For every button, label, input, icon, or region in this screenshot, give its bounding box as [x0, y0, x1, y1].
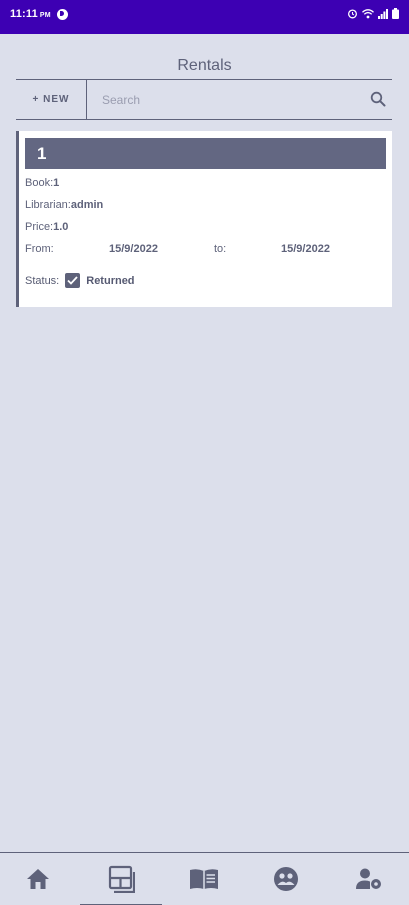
status-icons [347, 8, 399, 19]
status-time-value: 11:11 [10, 8, 38, 20]
rental-card[interactable]: 1 Book:1 Librarian:admin Price:1.0 From:… [16, 131, 392, 307]
book-label: Book: [25, 177, 54, 189]
nav-rentals[interactable] [106, 865, 136, 893]
from-date: 15/9/2022 [109, 243, 158, 255]
price-field: Price:1.0 [25, 221, 68, 233]
page-title: Rentals [177, 57, 232, 74]
librarian-field: Librarian:admin [25, 199, 103, 211]
status-label: Status: [25, 274, 60, 287]
nav-user-settings[interactable] [354, 865, 384, 893]
price-label: Price: [25, 221, 54, 233]
book-value: 1 [53, 177, 60, 189]
librarian-label: Librarian: [25, 199, 71, 211]
status-value: Returned [86, 274, 135, 287]
home-icon [27, 869, 49, 889]
returned-checkbox[interactable] [65, 273, 81, 288]
status-time-ampm: PM [39, 12, 51, 19]
search-icon[interactable] [370, 91, 386, 107]
signal-icon [378, 8, 388, 19]
search-input[interactable] [102, 80, 368, 119]
toolbar: + NEW [16, 79, 392, 120]
rental-id-header: 1 [25, 138, 386, 169]
user-settings-icon [356, 868, 381, 889]
status-row: Status: Returned [25, 273, 135, 288]
book-field: Book:1 [25, 177, 59, 189]
books-icon [190, 869, 218, 889]
nav-home[interactable] [23, 865, 53, 893]
status-time: 11:11 PM [10, 8, 51, 20]
to-date: 15/9/2022 [281, 243, 330, 255]
price-value: 1.0 [53, 221, 69, 233]
new-rental-button[interactable]: + NEW [16, 80, 87, 119]
nav-community[interactable] [271, 865, 301, 893]
nav-books[interactable] [189, 865, 219, 893]
check-icon [67, 276, 78, 285]
community-icon [274, 867, 298, 891]
wifi-icon [362, 8, 374, 18]
to-label: to: [214, 243, 227, 255]
alarm-icon [348, 9, 357, 19]
app-notification-icon [57, 9, 68, 20]
librarian-value: admin [70, 199, 104, 211]
battery-icon [392, 8, 399, 19]
from-label: From: [25, 243, 54, 255]
bottom-nav [0, 852, 409, 905]
rentals-icon [108, 865, 135, 893]
status-bar: 11:11 PM [0, 0, 409, 34]
